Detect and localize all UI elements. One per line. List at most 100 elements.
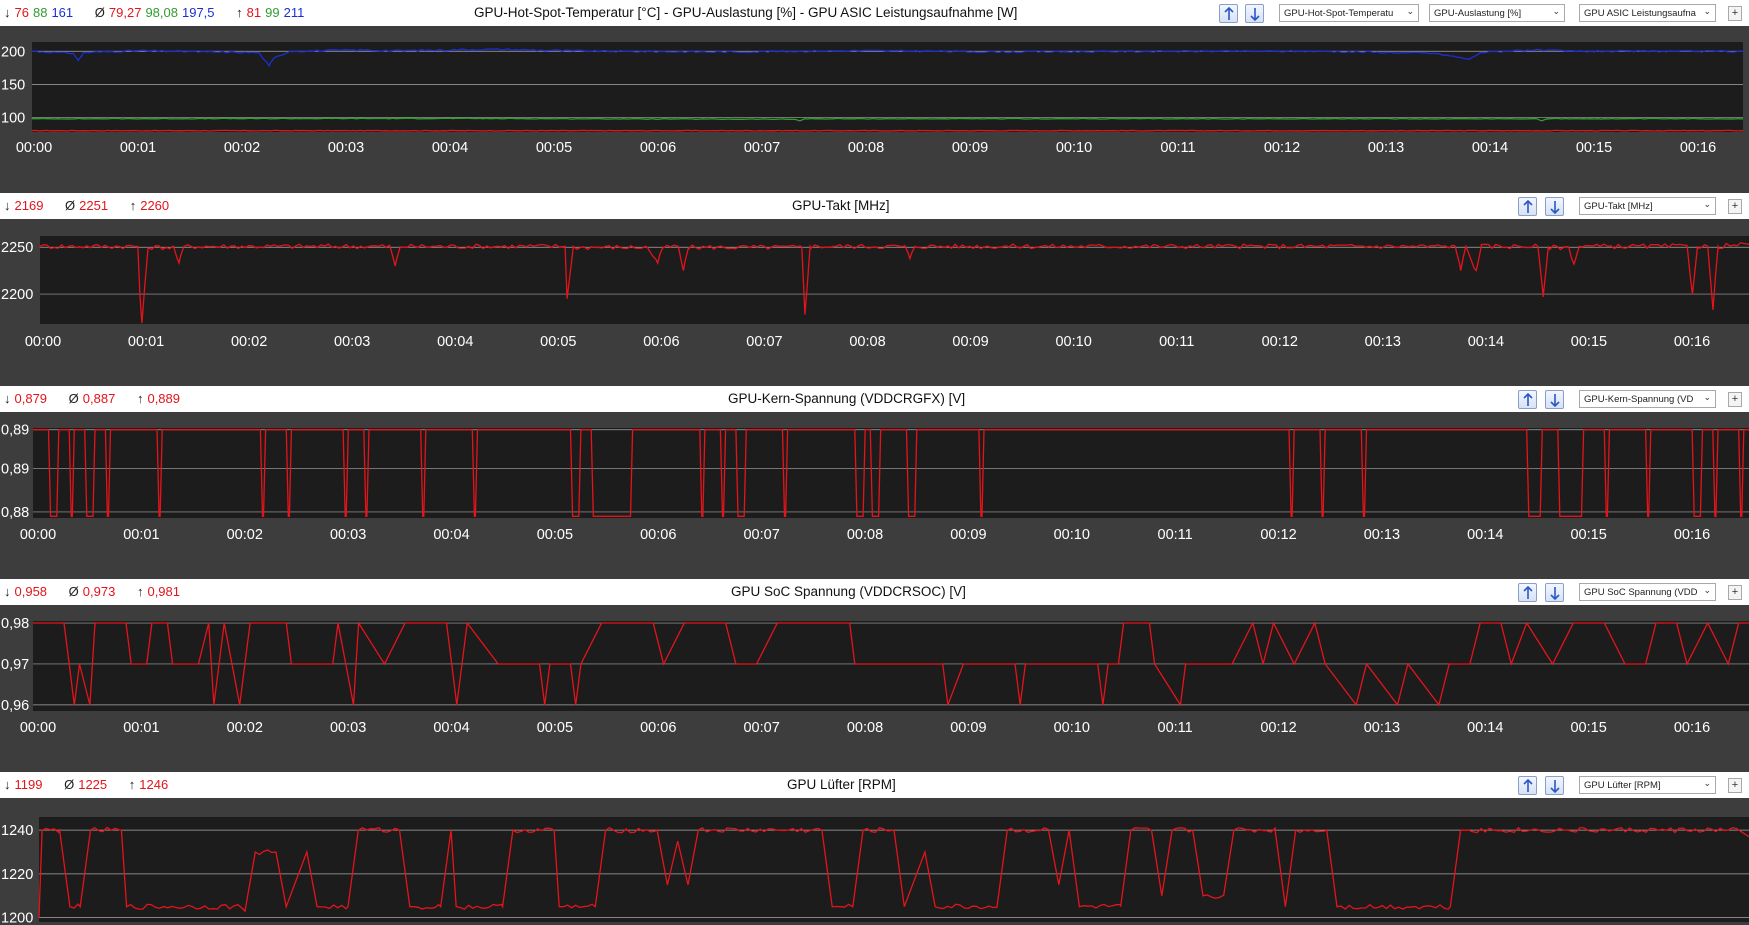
max-symbol: ↑	[128, 777, 136, 792]
move-up-button[interactable]	[1219, 4, 1238, 23]
panel-title: GPU Lüfter [RPM]	[787, 777, 896, 792]
x-tick-label: 00:15	[1571, 334, 1607, 350]
avg-symbol: Ø	[64, 777, 75, 792]
x-tick-label: 00:06	[640, 720, 676, 736]
x-tick-label: 00:10	[1056, 140, 1092, 156]
avg-value: 1225	[78, 777, 108, 792]
y-tick-label: 0,89	[1, 462, 29, 478]
sensor-select-1[interactable]: GPU-Hot-Spot-Temperatu ⌄	[1279, 4, 1419, 22]
x-tick-label: 00:08	[847, 527, 883, 543]
max-value: 0,889	[147, 391, 181, 406]
x-tick-label: 00:01	[128, 334, 164, 350]
move-up-button[interactable]	[1518, 583, 1537, 602]
stats-readout: ↓ 0,879 Ø 0,887 ↑ 0,889	[4, 391, 184, 406]
sensor-select[interactable]: GPU Lüfter [RPM] ⌄	[1579, 776, 1716, 794]
x-tick-label: 00:00	[16, 140, 52, 156]
min-symbol: ↓	[4, 391, 11, 406]
avg-symbol: Ø	[68, 584, 79, 599]
min-symbol: ↓	[4, 777, 11, 792]
avg-value: 0,973	[82, 584, 116, 599]
stats-readout: ↓ 2169 Ø 2251 ↑ 2260	[4, 198, 173, 213]
panel-title: GPU-Takt [MHz]	[792, 198, 890, 213]
move-up-button[interactable]	[1518, 197, 1537, 216]
move-up-button[interactable]	[1518, 776, 1537, 795]
add-panel-button[interactable]: +	[1728, 199, 1742, 214]
chevron-down-icon: ⌄	[1703, 6, 1711, 16]
x-tick-label: 00:03	[334, 334, 370, 350]
x-tick-label: 00:00	[20, 527, 56, 543]
x-tick-label: 00:04	[433, 527, 469, 543]
panel-title: GPU-Hot-Spot-Temperatur [°C] - GPU-Ausla…	[474, 5, 1018, 20]
avg-symbol: Ø	[68, 391, 79, 406]
chevron-down-icon: ⌄	[1703, 392, 1711, 402]
x-tick-label: 00:08	[848, 140, 884, 156]
x-tick-label: 00:03	[328, 140, 364, 156]
x-tick-label: 00:02	[227, 720, 263, 736]
sensor-select[interactable]: GPU-Kern-Spannung (VD ⌄	[1579, 390, 1716, 408]
avg-symbol: Ø	[65, 198, 76, 213]
x-tick-label: 00:01	[120, 140, 156, 156]
add-panel-button[interactable]: +	[1728, 585, 1742, 600]
x-tick-label: 00:09	[952, 334, 988, 350]
sensor-select[interactable]: GPU SoC Spannung (VDD ⌄	[1579, 583, 1716, 601]
add-panel-button[interactable]: +	[1728, 778, 1742, 793]
chevron-down-icon: ⌄	[1703, 585, 1711, 595]
x-tick-label: 00:16	[1674, 720, 1710, 736]
x-tick-label: 00:16	[1680, 140, 1716, 156]
max-load: 99	[265, 5, 280, 20]
add-panel-button[interactable]: +	[1728, 6, 1742, 21]
x-tick-label: 00:05	[540, 334, 576, 350]
max-symbol: ↑	[136, 391, 144, 406]
min-symbol: ↓	[4, 5, 11, 20]
chart-soc-voltage: 0,98 0,97 0,96 00:00 00:01 00:02 00:03 00:04 00:…	[1, 616, 1749, 736]
select-value: GPU-Auslastung [%]	[1434, 8, 1522, 19]
x-tick-label: 00:07	[743, 720, 779, 736]
y-tick-label: 1220	[1, 867, 33, 883]
max-symbol: ↑	[136, 584, 144, 599]
min-symbol: ↓	[4, 198, 11, 213]
panel-title: GPU SoC Spannung (VDDCRSOC) [V]	[731, 584, 966, 599]
min-value: 1199	[14, 777, 43, 792]
panel-core-voltage: ↓ 0,879 Ø 0,887 ↑ 0,889 GPU-Kern-Spannung (…	[0, 386, 1749, 556]
panel-header: ↓ 1199 Ø 1225 ↑ 1246 GPU Lüfter [RPM] GPU L…	[0, 772, 1749, 798]
x-tick-label: 00:02	[227, 527, 263, 543]
min-value: 0,958	[14, 584, 48, 599]
x-tick-label: 00:07	[746, 334, 782, 350]
chart-temp-load-power: 200 150 100 00:00 00:01 00:02 00:03 00:04 00:05 0…	[1, 42, 1744, 156]
x-tick-label: 00:09	[952, 140, 988, 156]
x-tick-label: 00:10	[1054, 720, 1090, 736]
sensor-select-2[interactable]: GPU-Auslastung [%] ⌄	[1429, 4, 1565, 22]
max-value: 2260	[140, 198, 170, 213]
panel-title: GPU-Kern-Spannung (VDDCRGFX) [V]	[728, 391, 966, 406]
sensor-select-3[interactable]: GPU ASIC Leistungsaufna ⌄	[1579, 4, 1716, 22]
x-tick-label: 00:08	[849, 334, 885, 350]
avg-value: 2251	[79, 198, 109, 213]
x-tick-label: 00:15	[1570, 720, 1606, 736]
x-tick-label: 00:03	[330, 720, 366, 736]
panel-header: ↓ 0,958 Ø 0,973 ↑ 0,981 GPU SoC Spannung (V…	[0, 579, 1749, 605]
move-up-button[interactable]	[1518, 390, 1537, 409]
stats-readout: ↓ 76 88 161 Ø 79,27 98,08 197,5 ↑ 81 99 211	[4, 5, 308, 20]
arrow-down-icon	[1550, 587, 1560, 600]
add-panel-button[interactable]: +	[1728, 392, 1742, 407]
x-tick-label: 00:01	[123, 720, 159, 736]
move-down-button[interactable]	[1245, 4, 1264, 23]
y-tick-label: 2250	[1, 240, 33, 256]
x-tick-label: 00:11	[1158, 720, 1193, 736]
move-down-button[interactable]	[1545, 197, 1564, 216]
select-value: GPU-Takt [MHz]	[1584, 201, 1653, 212]
y-tick-label: 1240	[1, 823, 33, 839]
x-tick-label: 00:06	[640, 527, 676, 543]
panel-gpu-clock: ↓ 2169 Ø 2251 ↑ 2260 GPU-Takt [MHz] GPU-Tak…	[0, 193, 1749, 363]
arrow-down-icon	[1250, 8, 1260, 21]
move-down-button[interactable]	[1545, 776, 1564, 795]
sensor-select[interactable]: GPU-Takt [MHz] ⌄	[1579, 197, 1716, 215]
select-value: GPU Lüfter [RPM]	[1584, 780, 1661, 791]
min-symbol: ↓	[4, 584, 11, 599]
move-down-button[interactable]	[1545, 583, 1564, 602]
move-down-button[interactable]	[1545, 390, 1564, 409]
y-tick-label: 0,96	[1, 698, 29, 714]
arrow-down-icon	[1550, 201, 1560, 214]
y-tick-label: 1200	[1, 911, 33, 925]
plot-area	[40, 236, 1749, 324]
